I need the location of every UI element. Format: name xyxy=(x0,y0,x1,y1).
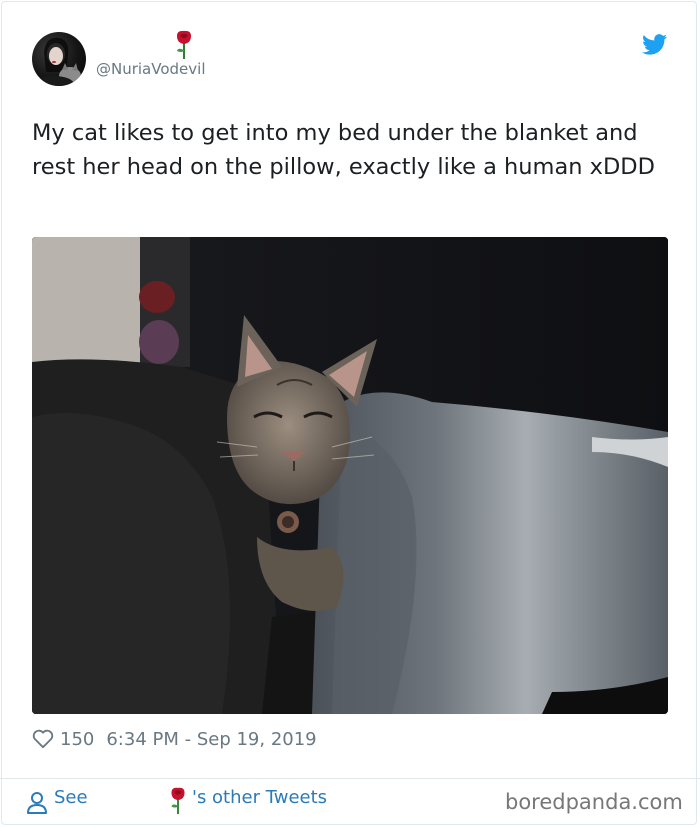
twitter-bird-icon[interactable] xyxy=(642,34,667,55)
tweet-photo[interactable] xyxy=(32,237,668,714)
tweet-meta: 150 6:34 PM - Sep 19, 2019 xyxy=(32,726,317,752)
like-count[interactable]: 150 xyxy=(60,729,94,750)
timestamp[interactable]: 6:34 PM - Sep 19, 2019 xyxy=(106,729,316,750)
rose-icon xyxy=(177,30,191,59)
other-tweets-link[interactable]: 's other Tweets xyxy=(192,787,327,808)
author-handle[interactable]: @NuriaVodevil xyxy=(96,60,206,78)
footer-divider xyxy=(0,778,700,779)
tweet-text: My cat likes to get into my bed under th… xyxy=(32,120,655,180)
rose-icon xyxy=(171,787,185,815)
avatar[interactable] xyxy=(32,32,86,86)
boredpanda-watermark: boredpanda.com xyxy=(505,790,683,814)
see-link[interactable]: See xyxy=(54,787,88,808)
person-icon[interactable] xyxy=(26,791,48,815)
heart-icon[interactable] xyxy=(32,729,54,749)
